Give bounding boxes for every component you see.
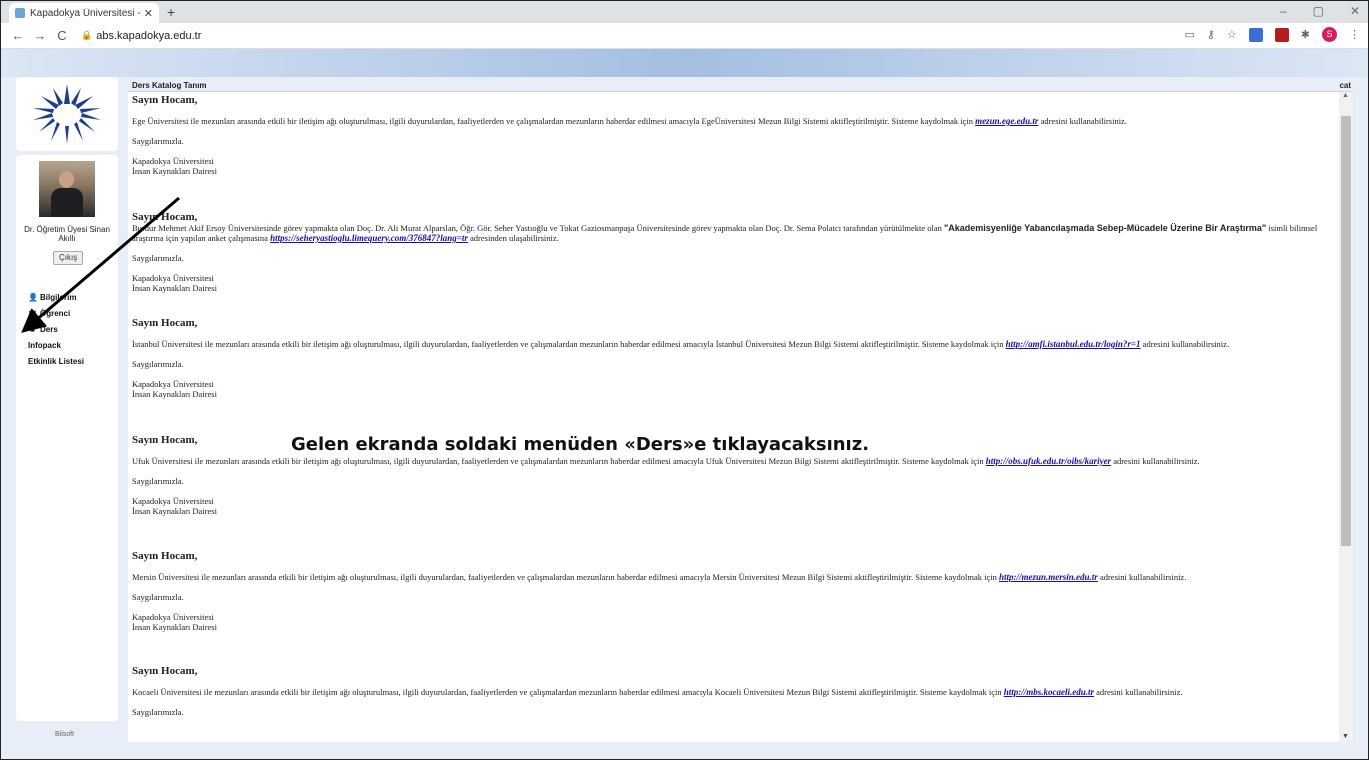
page-area: Dr. Öğretim Üyesi Sinan Akıllı Çıkış 👤 B… xyxy=(1,49,1368,759)
announcement: Sayın Hocam, Mersin Üniversitesi ile mez… xyxy=(132,550,1330,632)
message-text: Burdur Mehmet Akif Ersoy Üniversitesinde… xyxy=(132,223,1318,243)
restore-button[interactable]: ▢ xyxy=(1313,4,1324,18)
scrollbar[interactable]: ▲ ▼ xyxy=(1339,92,1353,742)
signature-line: İnsan Kaynakları Dairesi xyxy=(132,389,217,399)
signature-line: Kapadokya Üniversitesi xyxy=(132,612,214,622)
sidebar-item-ders[interactable]: ■ Ders xyxy=(28,325,58,334)
announcement: Sayın Hocam, Ege Üniversitesi ile mezunl… xyxy=(132,94,1330,176)
message-link[interactable]: http://mbs.kocaeli.edu.tr xyxy=(1004,687,1094,697)
lock-icon[interactable]: 🔒 xyxy=(81,30,92,41)
sidebar-item-etkinlik-listesi[interactable]: Etkinlik Listesi xyxy=(28,357,84,366)
sidebar-item-label: Ders xyxy=(40,325,58,334)
tab-close-icon[interactable]: ✕ xyxy=(144,7,153,20)
panel-header-right: cat xyxy=(1339,81,1351,90)
signature-line: İnsan Kaynakları Dairesi xyxy=(132,283,217,293)
panel-header: Ders Katalog Tanım cat xyxy=(128,79,1353,92)
greeting: Sayın Hocam, xyxy=(132,317,198,329)
message-link[interactable]: mezun.ege.edu.tr xyxy=(975,116,1038,126)
back-icon[interactable]: ← xyxy=(7,28,29,43)
star-icon[interactable]: ☆ xyxy=(1227,28,1237,41)
address-bar[interactable]: abs.kapadokya.edu.tr xyxy=(96,30,201,42)
message-text: Kocaeli Üniversitesi ile mezunları arası… xyxy=(132,687,1183,697)
browser-window: Kapadokya Üniversitesi - Akadem ✕ + – ▢ … xyxy=(0,0,1369,760)
puzzle-icon[interactable]: ✱ xyxy=(1301,28,1310,41)
extension-icons: ▭ ⚷ ☆ ✱ S ⋮ xyxy=(1184,27,1360,42)
header-band xyxy=(1,49,1368,77)
message-text: İstanbul Üniversitesi ile mezunları aras… xyxy=(132,339,1230,349)
announcement: Sayın Hocam, Kocaeli Üniversitesi ile me… xyxy=(132,665,1330,717)
signature-line: Kapadokya Üniversitesi xyxy=(132,273,214,283)
sidebar-item-ogrenci[interactable]: ▦ Öğrenci xyxy=(28,309,71,318)
closing: Saygılarımızla. xyxy=(132,359,184,369)
sidebar-item-label: Bilgilerim xyxy=(40,293,77,302)
signature-line: İnsan Kaynakları Dairesi xyxy=(132,622,217,632)
avatar xyxy=(39,161,95,217)
main-panel: Ders Katalog Tanım cat Sayın Hocam, Ege … xyxy=(128,79,1353,742)
greeting: Sayın Hocam, xyxy=(132,211,198,223)
profile-avatar[interactable]: S xyxy=(1322,27,1337,42)
signature-line: Kapadokya Üniversitesi xyxy=(132,379,214,389)
sidebar-item-infopack[interactable]: Infopack xyxy=(28,341,61,350)
sidebar-item-label: Infopack xyxy=(28,341,61,350)
new-tab-button[interactable]: + xyxy=(167,4,175,20)
closing: Saygılarımızla. xyxy=(132,592,184,602)
signature-line: Kapadokya Üniversitesi xyxy=(132,496,214,506)
signature-line: İnsan Kaynakları Dairesi xyxy=(132,166,217,176)
instruction-text: Gelen ekranda soldaki menüden «Ders»e tı… xyxy=(291,434,870,455)
sidebar-item-label: Öğrenci xyxy=(40,309,71,318)
menu-dots-icon[interactable]: ⋮ xyxy=(1349,28,1360,41)
message-text: Ufuk Üniversitesi ile mezunları arasında… xyxy=(132,456,1200,466)
scroll-up-icon[interactable]: ▲ xyxy=(1342,92,1349,99)
browser-toolbar: ← → C 🔒 abs.kapadokya.edu.tr ▭ ⚷ ☆ ✱ S ⋮ xyxy=(1,23,1368,49)
logout-button[interactable]: Çıkış xyxy=(53,251,84,265)
book-icon: ■ xyxy=(30,325,35,334)
closing: Saygılarımızla. xyxy=(132,136,184,146)
closing: Saygılarımızla. xyxy=(132,253,184,263)
forward-icon[interactable]: → xyxy=(29,28,51,43)
close-window-button[interactable]: ✕ xyxy=(1350,4,1360,18)
scrollbar-thumb[interactable] xyxy=(1341,116,1351,546)
grid-icon: ▦ xyxy=(28,309,37,318)
pdf-extension-icon[interactable] xyxy=(1274,27,1289,42)
message-link[interactable]: http://obs.ufuk.edu.tr/oibs/kariyer xyxy=(986,456,1111,466)
announcement: Sayın Hocam, Burdur Mehmet Akif Ersoy Ün… xyxy=(132,211,1330,293)
user-icon: 👤 xyxy=(28,293,38,302)
cast-icon[interactable]: ▭ xyxy=(1184,28,1194,41)
announcement: Sayın Hocam, İstanbul Üniversitesi ile m… xyxy=(132,317,1330,399)
minimize-button[interactable]: – xyxy=(1280,4,1287,18)
sidebar-item-bilgilerim[interactable]: 👤 Bilgilerim xyxy=(28,293,76,302)
logo-icon xyxy=(33,84,101,144)
tab-title: Kapadokya Üniversitesi - Akadem xyxy=(30,7,140,19)
tab-strip: Kapadokya Üniversitesi - Akadem ✕ + – ▢ … xyxy=(1,1,1368,23)
shield-extension-icon[interactable] xyxy=(1248,27,1263,42)
greeting: Sayın Hocam, xyxy=(132,94,198,106)
message-text: Mersin Üniversitesi ile mezunları arasın… xyxy=(132,572,1187,582)
reload-icon[interactable]: C xyxy=(51,28,73,43)
panel-title: Ders Katalog Tanım xyxy=(132,81,207,90)
message-link[interactable]: https://seheryastioglu.limequery.com/376… xyxy=(270,233,468,243)
greeting: Sayın Hocam, xyxy=(132,665,198,677)
message-text: Ege Üniversitesi ile mezunları arasında … xyxy=(132,116,1127,126)
user-name: Dr. Öğretim Üyesi Sinan Akıllı xyxy=(24,225,110,243)
key-icon[interactable]: ⚷ xyxy=(1207,28,1215,41)
browser-tab[interactable]: Kapadokya Üniversitesi - Akadem ✕ xyxy=(9,3,159,23)
sidebar-menu: 👤 Bilgilerim ▦ Öğrenci ■ Ders Infopack E… xyxy=(16,279,118,721)
survey-title: "Akademisyenliğe Yabancılaşmada Sebep-Mü… xyxy=(944,223,1267,233)
closing: Saygılarımızla. xyxy=(132,707,184,717)
greeting: Sayın Hocam, xyxy=(132,550,198,562)
signature-line: Kapadokya Üniversitesi xyxy=(132,156,214,166)
window-controls: – ▢ ✕ xyxy=(1280,4,1360,18)
scroll-down-icon[interactable]: ▼ xyxy=(1342,733,1349,740)
closing: Saygılarımızla. xyxy=(132,476,184,486)
favicon-icon xyxy=(15,8,25,18)
signature-line: İnsan Kaynakları Dairesi xyxy=(132,506,217,516)
sidebar-item-label: Etkinlik Listesi xyxy=(28,357,85,366)
message-link[interactable]: http://mezun.mersin.edu.tr xyxy=(999,572,1098,582)
message-link[interactable]: http://amfi.istanbul.edu.tr/login?r=1 xyxy=(1006,339,1141,349)
footer-logo: Bilsoft xyxy=(55,731,75,738)
university-logo xyxy=(16,77,118,151)
